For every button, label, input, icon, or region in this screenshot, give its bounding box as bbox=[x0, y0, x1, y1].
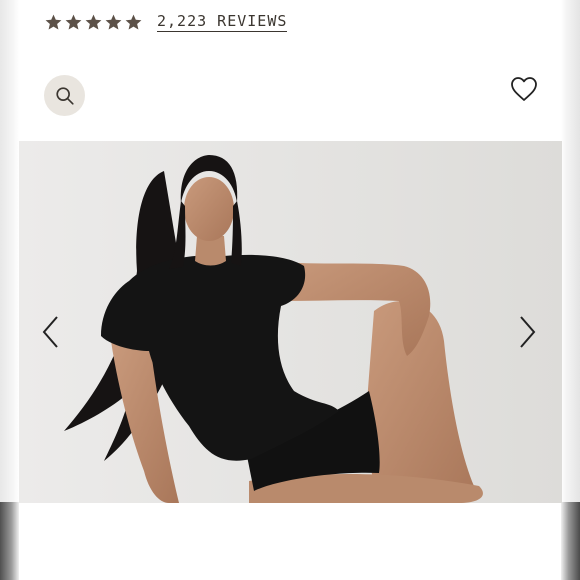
previous-image-button[interactable] bbox=[39, 312, 63, 352]
chevron-left-icon bbox=[42, 316, 58, 348]
star-icon bbox=[45, 14, 62, 30]
left-edge-shadow bbox=[0, 0, 19, 580]
wishlist-button[interactable] bbox=[509, 75, 539, 103]
star-icon bbox=[85, 14, 102, 30]
magnifier-icon bbox=[55, 86, 74, 105]
next-image-button[interactable] bbox=[515, 312, 539, 352]
zoom-button[interactable] bbox=[44, 75, 85, 116]
heart-icon bbox=[511, 77, 537, 101]
model-photo bbox=[19, 141, 562, 503]
star-icon bbox=[105, 14, 122, 30]
chevron-right-icon bbox=[520, 316, 536, 348]
star-rating bbox=[44, 13, 143, 32]
product-image[interactable] bbox=[19, 141, 562, 503]
right-edge-dark bbox=[561, 502, 580, 580]
left-edge-dark bbox=[0, 502, 19, 580]
product-page: 2,223 REVIEWS bbox=[0, 0, 580, 580]
reviews-summary: 2,223 REVIEWS bbox=[44, 12, 288, 32]
star-icon bbox=[125, 14, 142, 30]
reviews-link[interactable]: 2,223 REVIEWS bbox=[157, 12, 288, 32]
star-icon bbox=[65, 14, 82, 30]
right-edge-shadow bbox=[561, 0, 580, 580]
